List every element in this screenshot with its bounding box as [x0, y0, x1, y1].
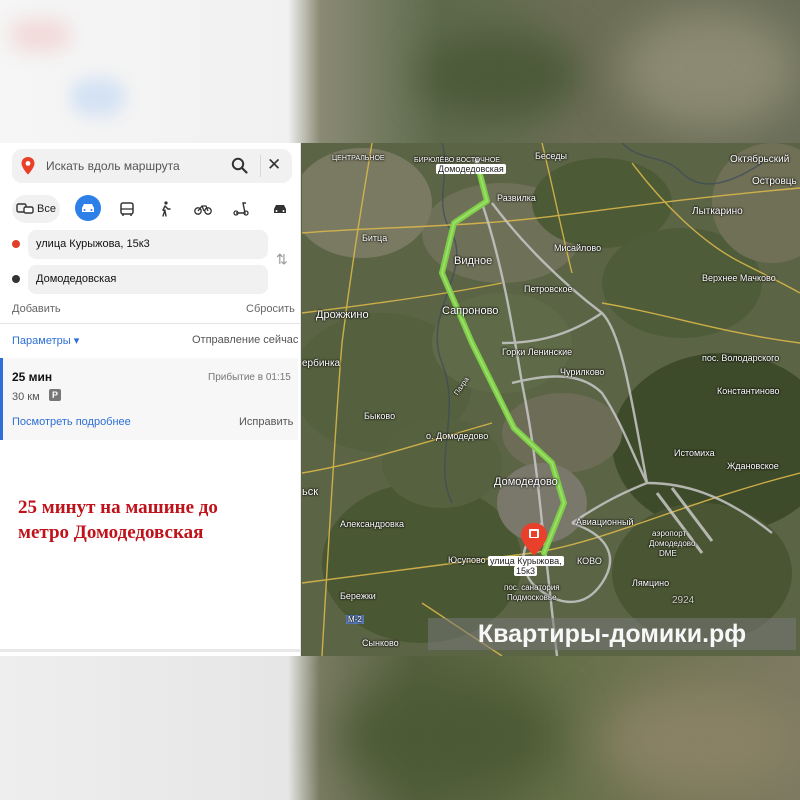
arrival-time: Прибытие в 01:15 [208, 372, 291, 383]
map-label: Чурилково [560, 367, 605, 377]
caption-line-2: метро Домодедовская [18, 522, 204, 543]
selected-indicator [0, 358, 3, 440]
mode-all-button[interactable]: Все [12, 195, 60, 223]
map-label-top-station: Домодедовская [436, 164, 506, 174]
start-point-dot [12, 240, 20, 248]
map-drawing [302, 143, 800, 656]
bicycle-icon [194, 205, 212, 215]
scooter-icon [233, 202, 249, 216]
map-label: ьск [302, 486, 319, 498]
parking-icon: P [49, 389, 61, 401]
map-label: Петровское [524, 284, 573, 294]
transport-all-icon [16, 203, 34, 214]
route-search-bar[interactable]: Искать вдоль маршрута ✕ [12, 149, 292, 183]
map-label: пос. Володарского [702, 353, 780, 363]
fix-link[interactable]: Исправить [239, 416, 293, 428]
panel-bottom-border [0, 649, 300, 652]
map-label: Беседы [535, 151, 567, 161]
map-label: аэропорт [652, 529, 687, 538]
map-label: 2924 [672, 595, 695, 606]
map-label: Развилка [497, 193, 536, 203]
map-label: БИРЮЛЁВО ВОСТОЧНОЕ [414, 157, 500, 164]
map-label: Октябрьский [730, 154, 790, 165]
details-link[interactable]: Посмотреть подробнее [12, 416, 131, 428]
map-label: Сынково [362, 638, 399, 648]
route-to-field[interactable]: Домодедовская [28, 265, 268, 294]
divider [260, 155, 261, 177]
caption-text: 25 минут на машине до метро Домодедовска… [18, 495, 288, 545]
map-label: Сапроново [442, 305, 499, 317]
highway-badge: М-2 [346, 615, 364, 624]
map-label: Домодедово [649, 539, 696, 548]
map-label: пос. санатория [504, 583, 560, 592]
mode-all-label: Все [37, 203, 56, 215]
map-label: Бережки [340, 591, 376, 601]
satellite-map[interactable]: Домодедовская Октябрьский Островць Лытка… [302, 143, 800, 656]
blurred-background-bottom [0, 656, 800, 800]
map-label: Лямцино [632, 578, 670, 588]
car-icon [82, 204, 94, 212]
blurred-background-top [0, 0, 800, 143]
departure-selector[interactable]: Отправление сейчас [192, 334, 298, 346]
map-label: DME [659, 549, 677, 558]
map-label: Горки Ленинские [502, 347, 573, 357]
map-label: Авиационный [576, 517, 634, 527]
map-label: о. Домодедово [426, 431, 489, 441]
mode-taxi-button[interactable] [270, 195, 290, 223]
search-input[interactable]: Искать вдоль маршрута [46, 159, 180, 173]
mode-bus-button[interactable] [117, 195, 137, 223]
map-label: Александровка [340, 519, 404, 529]
map-label: Подмосковье [507, 593, 557, 602]
map-label: Дрожжино [316, 309, 369, 321]
caption-line-1: 25 минут на машине до [18, 497, 218, 518]
map-label-destination: 15к3 [514, 566, 537, 576]
watermark: Квартиры-домики.рф [428, 618, 796, 650]
taxi-icon [274, 205, 286, 213]
route-time: 25 мин [12, 370, 53, 384]
map-label: Видное [454, 255, 493, 267]
map-label: Константиново [717, 386, 780, 396]
map-label: Мисайлово [554, 243, 602, 253]
route-from-text: улица Курыжова, 15к3 [36, 238, 150, 250]
map-label: КОВО [577, 556, 602, 566]
route-distance: 30 км [12, 391, 40, 403]
map-pin-icon [21, 157, 35, 180]
mode-walk-button[interactable] [155, 195, 175, 223]
map-label: Истомиха [674, 448, 715, 458]
map-label: Быково [364, 411, 396, 421]
end-point-dot [12, 275, 20, 283]
map-label: Юсупово [448, 555, 486, 565]
parameters-dropdown[interactable]: Параметры ▾ [12, 334, 79, 347]
map-label: ЦЕНТРАЛЬНОЕ [332, 155, 385, 162]
map-label: Ждановское [727, 461, 779, 471]
mode-scooter-button[interactable] [231, 195, 251, 223]
map-label: Верхнее Мачково [702, 273, 776, 283]
map-label: ербинка [302, 358, 341, 369]
mode-bicycle-button[interactable] [192, 195, 214, 223]
swap-icon[interactable]: ⇅ [276, 251, 288, 268]
divider [0, 323, 300, 324]
transport-mode-bar: Все [10, 195, 295, 223]
bus-icon [120, 201, 134, 216]
add-point-button[interactable]: Добавить [12, 303, 61, 315]
map-label: Домодедово [494, 476, 558, 488]
map-label: Лыткарино [692, 206, 743, 217]
mode-car-button[interactable] [75, 195, 101, 221]
map-label-destination: улица Курыжова, [488, 556, 564, 566]
close-icon[interactable]: ✕ [267, 155, 281, 175]
route-from-field[interactable]: улица Курыжова, 15к3 [28, 230, 268, 259]
pedestrian-icon [162, 201, 171, 217]
reset-button[interactable]: Сбросить [246, 303, 295, 315]
route-to-text: Домодедовская [36, 273, 117, 285]
map-label: Битца [362, 233, 388, 243]
route-result-card[interactable]: 25 мин Прибытие в 01:15 30 км P Посмотре… [0, 358, 298, 440]
search-icon[interactable] [231, 157, 248, 179]
map-label: Островць [752, 176, 797, 187]
